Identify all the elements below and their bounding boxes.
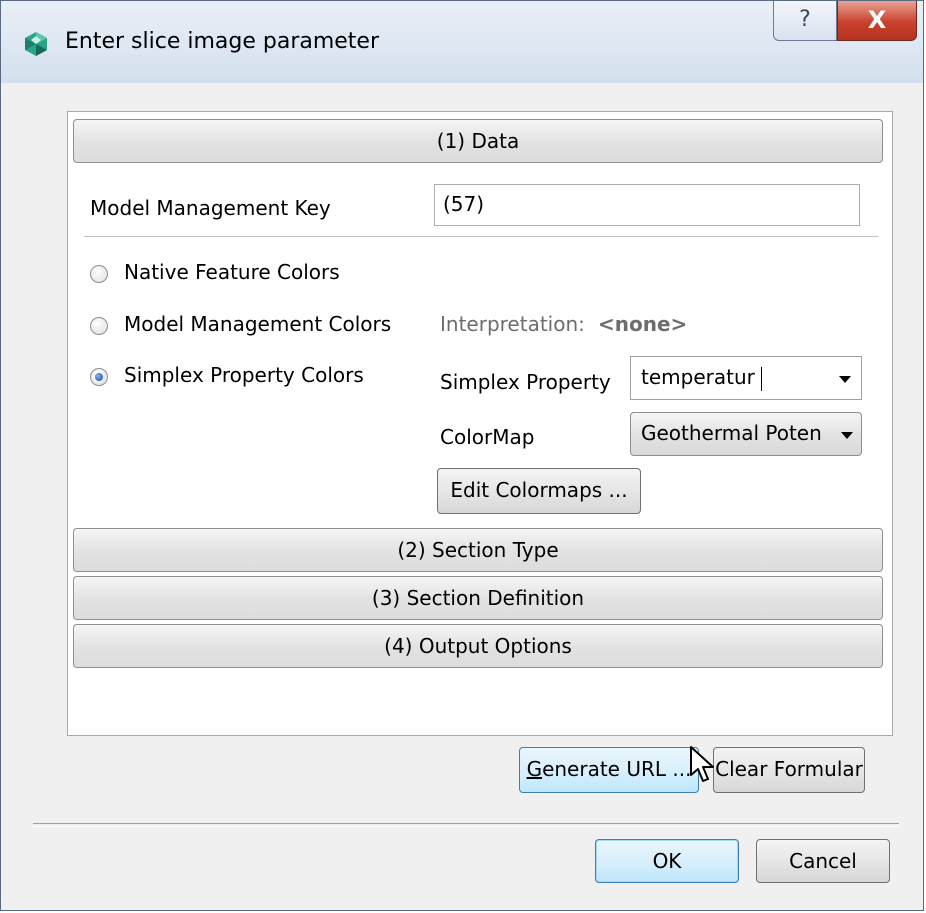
edit-colormaps-button[interactable]: Edit Colormaps ... — [437, 468, 641, 514]
section-definition-header[interactable]: (3) Section Definition — [73, 576, 883, 620]
title-bar[interactable]: Enter slice image parameter ? X — [1, 1, 923, 83]
help-button[interactable]: ? — [773, 1, 837, 41]
ok-button[interactable]: OK — [595, 839, 739, 883]
divider — [84, 236, 878, 237]
radio-model-management-colors[interactable] — [90, 317, 108, 335]
generate-url-label: enerate URL ... — [542, 757, 692, 781]
radio-simplex-property-colors[interactable] — [90, 368, 108, 386]
window-title: Enter slice image parameter — [65, 29, 380, 54]
simplex-property-label: Simplex Property — [440, 370, 611, 394]
text-cursor — [761, 367, 762, 391]
chevron-down-icon — [841, 432, 853, 439]
colormap-label: ColorMap — [440, 425, 535, 449]
close-button[interactable]: X — [837, 1, 917, 41]
dialog-body: (1) Data Model Management Key (57) Nativ… — [21, 83, 904, 910]
generate-url-button[interactable]: Generate URL ... — [519, 747, 699, 793]
dialog-window: Enter slice image parameter ? X (1) Data… — [0, 0, 924, 911]
chevron-down-icon — [839, 376, 851, 383]
mouse-pointer-icon — [690, 746, 714, 782]
colormap-dropdown[interactable]: Geothermal Poten — [630, 412, 862, 456]
clear-formular-button[interactable]: Clear Formular — [713, 747, 865, 793]
colormap-value: Geothermal Poten — [641, 421, 822, 445]
radio-native-feature-colors-label: Native Feature Colors — [124, 260, 340, 284]
radio-native-feature-colors[interactable] — [90, 265, 108, 283]
cancel-button[interactable]: Cancel — [756, 839, 890, 883]
section-output-options-header[interactable]: (4) Output Options — [73, 624, 883, 668]
model-key-input[interactable]: (57) — [434, 184, 860, 226]
simplex-property-value: temperatur — [641, 365, 755, 389]
section-type-header[interactable]: (2) Section Type — [73, 528, 883, 572]
footer-separator — [33, 823, 899, 827]
model-key-label: Model Management Key — [90, 196, 331, 220]
interpretation-value: <none> — [598, 312, 688, 336]
app-icon — [25, 32, 47, 56]
section-data-header[interactable]: (1) Data — [73, 119, 883, 163]
radio-model-management-colors-label: Model Management Colors — [124, 312, 392, 336]
radio-simplex-property-colors-label: Simplex Property Colors — [124, 363, 364, 387]
generate-url-mnemonic: G — [526, 757, 543, 781]
form-panel: (1) Data Model Management Key (57) Nativ… — [67, 111, 893, 736]
simplex-property-combobox[interactable]: temperatur — [630, 356, 862, 400]
interpretation-label: Interpretation: — [440, 312, 585, 336]
